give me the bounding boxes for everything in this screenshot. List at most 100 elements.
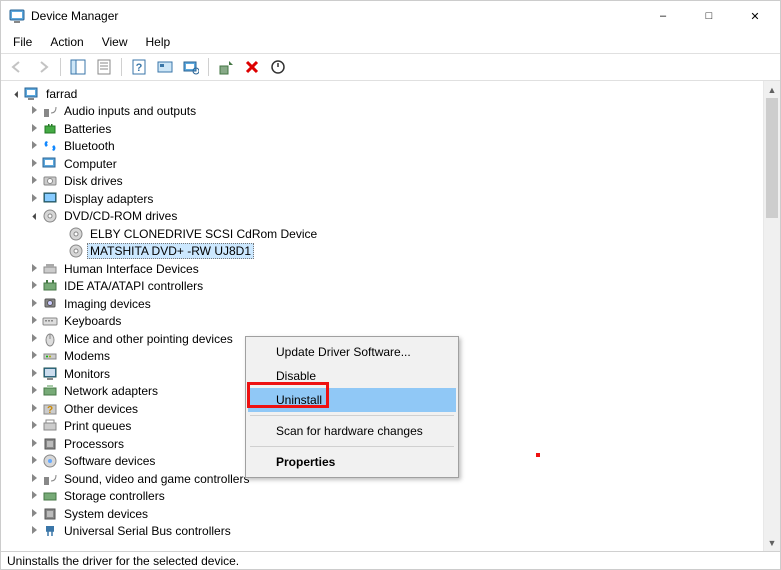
expander-icon[interactable] — [27, 385, 41, 397]
disable-button[interactable] — [266, 56, 290, 78]
action-button[interactable] — [153, 56, 177, 78]
expander-icon[interactable] — [27, 263, 41, 275]
tree-category[interactable]: Batteries — [5, 120, 763, 138]
device-tree[interactable]: farrad Audio inputs and outputsBatteries… — [1, 81, 763, 551]
tree-category-label: Modems — [61, 348, 113, 364]
update-driver-button[interactable] — [214, 56, 238, 78]
tree-category-label: Sound, video and game controllers — [61, 471, 252, 487]
tree-category[interactable]: Display adapters — [5, 190, 763, 208]
tree-category-label: Software devices — [61, 453, 158, 469]
app-icon — [9, 8, 25, 24]
menubar: File Action View Help — [1, 31, 780, 53]
expander-icon[interactable] — [27, 525, 41, 537]
properties-button[interactable] — [92, 56, 116, 78]
expander-icon[interactable] — [27, 455, 41, 467]
expander-icon[interactable] — [27, 490, 41, 502]
expander-icon[interactable] — [27, 123, 41, 135]
expander-icon[interactable] — [27, 403, 41, 415]
back-button[interactable] — [5, 56, 29, 78]
tree-device-selected[interactable]: MATSHITA DVD+ -RW UJ8D1 — [5, 243, 763, 261]
toolbar-separator — [60, 58, 61, 76]
expander-icon[interactable] — [27, 175, 41, 187]
tree-category-label: Other devices — [61, 401, 141, 417]
expander-icon[interactable] — [27, 508, 41, 520]
device-category-icon — [42, 296, 58, 312]
tree-category[interactable]: Audio inputs and outputs — [5, 103, 763, 121]
expander-icon[interactable] — [27, 368, 41, 380]
tree-category-label: Storage controllers — [61, 488, 168, 504]
window-title: Device Manager — [31, 9, 640, 23]
tree-category[interactable]: Bluetooth — [5, 138, 763, 156]
expander-icon[interactable] — [27, 140, 41, 152]
show-hide-tree-button[interactable] — [66, 56, 90, 78]
tree-category[interactable]: Keyboards — [5, 313, 763, 331]
device-category-icon — [42, 313, 58, 329]
uninstall-button[interactable] — [240, 56, 264, 78]
expander-icon[interactable] — [27, 158, 41, 170]
tree-device[interactable]: ELBY CLONEDRIVE SCSI CdRom Device — [5, 225, 763, 243]
context-menu-update-driver[interactable]: Update Driver Software... — [248, 340, 456, 364]
context-menu-uninstall[interactable]: Uninstall — [248, 388, 456, 412]
expander-icon[interactable] — [27, 420, 41, 432]
tree-category[interactable]: Universal Serial Bus controllers — [5, 523, 763, 541]
expander-icon[interactable] — [27, 298, 41, 310]
context-menu: Update Driver Software... Disable Uninst… — [245, 336, 459, 478]
expander-icon[interactable] — [27, 350, 41, 362]
help-button[interactable]: ? — [127, 56, 151, 78]
device-category-icon — [42, 103, 58, 119]
expander-icon[interactable] — [27, 333, 41, 345]
device-category-icon — [42, 506, 58, 522]
device-category-icon — [42, 173, 58, 189]
tree-category-label: Network adapters — [61, 383, 161, 399]
tree-category[interactable]: IDE ATA/ATAPI controllers — [5, 278, 763, 296]
context-menu-properties[interactable]: Properties — [248, 450, 456, 474]
expander-icon[interactable] — [27, 473, 41, 485]
statusbar-text: Uninstalls the driver for the selected d… — [7, 554, 239, 568]
tree-category-label: Universal Serial Bus controllers — [61, 523, 234, 539]
tree-category-label: Display adapters — [61, 191, 156, 207]
device-category-icon — [42, 471, 58, 487]
tree-category[interactable]: Storage controllers — [5, 488, 763, 506]
expander-icon[interactable] — [27, 280, 41, 292]
menu-help[interactable]: Help — [138, 33, 179, 51]
forward-button[interactable] — [31, 56, 55, 78]
menu-action[interactable]: Action — [42, 33, 91, 51]
scroll-down-button[interactable]: ▼ — [764, 534, 780, 551]
tree-root-label: farrad — [43, 86, 80, 102]
computer-icon — [24, 86, 40, 102]
context-menu-disable[interactable]: Disable — [248, 364, 456, 388]
expander-icon[interactable] — [27, 315, 41, 327]
tree-category-label: Processors — [61, 436, 127, 452]
scan-hardware-button[interactable] — [179, 56, 203, 78]
expander-icon[interactable] — [27, 105, 41, 117]
expander-icon[interactable] — [9, 88, 23, 100]
vertical-scrollbar[interactable]: ▲ ▼ — [763, 81, 780, 551]
context-menu-scan[interactable]: Scan for hardware changes — [248, 419, 456, 443]
minimize-button[interactable]: – — [640, 1, 686, 31]
tree-device-label: MATSHITA DVD+ -RW UJ8D1 — [87, 243, 254, 259]
tree-category[interactable]: Computer — [5, 155, 763, 173]
device-category-icon — [42, 278, 58, 294]
tree-category-label: Monitors — [61, 366, 113, 382]
tree-root[interactable]: farrad — [5, 85, 763, 103]
tree-category-label: Human Interface Devices — [61, 261, 202, 277]
tree-category-dvd[interactable]: DVD/CD-ROM drives — [5, 208, 763, 226]
maximize-button[interactable]: □ — [686, 1, 732, 31]
device-category-icon — [42, 156, 58, 172]
tree-category-label: Keyboards — [61, 313, 124, 329]
tree-category[interactable]: Disk drives — [5, 173, 763, 191]
scroll-thumb[interactable] — [766, 98, 778, 218]
tree-category[interactable]: Imaging devices — [5, 295, 763, 313]
menu-view[interactable]: View — [94, 33, 136, 51]
device-category-icon — [42, 331, 58, 347]
tree-category[interactable]: System devices — [5, 505, 763, 523]
tree-category[interactable]: Human Interface Devices — [5, 260, 763, 278]
expander-icon[interactable] — [27, 438, 41, 450]
toolbar: ? — [1, 53, 780, 81]
device-category-icon — [42, 383, 58, 399]
close-button[interactable]: ✕ — [732, 1, 778, 31]
expander-icon[interactable] — [27, 210, 41, 222]
scroll-up-button[interactable]: ▲ — [764, 81, 780, 98]
menu-file[interactable]: File — [5, 33, 40, 51]
expander-icon[interactable] — [27, 193, 41, 205]
